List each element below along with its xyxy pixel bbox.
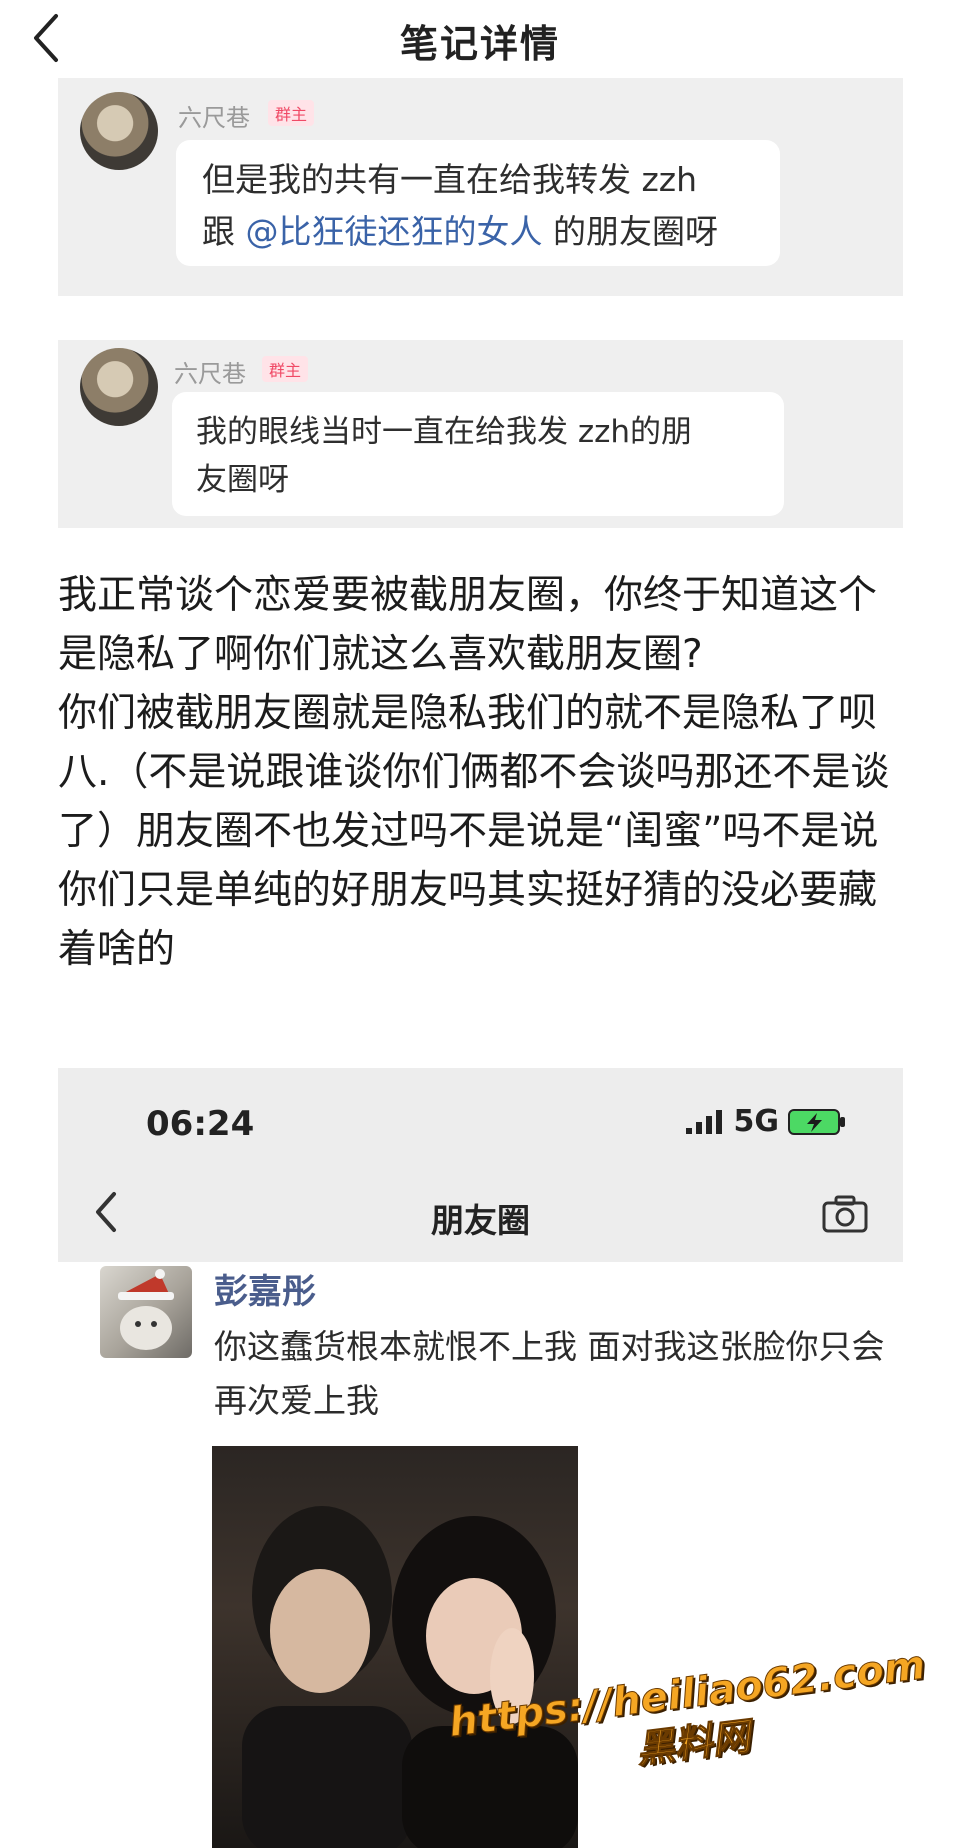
comment-text-line: 友圈呀 — [196, 462, 289, 498]
body-paragraph: 你们被截朋友圈就是隐私我们的就不是隐私了呗 — [58, 691, 878, 736]
comment-card: 六尺巷 群主 但是我的共有一直在给我转发 zzh 跟 @比狂徒还狂的女人 的朋友… — [58, 78, 903, 296]
page-title: 笔记详情 — [399, 21, 560, 66]
status-time: 06:24 — [146, 1104, 255, 1144]
user-badge: 群主 — [262, 356, 309, 382]
chevron-left-icon[interactable] — [26, 8, 66, 68]
post-author-name[interactable]: 彭嘉彤 — [214, 1264, 316, 1313]
comment-bubble: 但是我的共有一直在给我转发 zzh 跟 @比狂徒还狂的女人 的朋友圈呀 — [176, 140, 780, 266]
post-photo[interactable] — [212, 1446, 578, 1848]
body-paragraph: 八.（不是说跟谁谈你们俩都不会谈吗那还不是谈了）朋友圈不也发过吗不是说是“闺蜜”… — [58, 750, 890, 972]
moments-title: 朋友圈 — [431, 1201, 530, 1240]
avatar[interactable] — [80, 348, 158, 426]
body-paragraph: 我正常谈个恋爱要被截朋友圈，你终于知道这个是隐私了啊你们就这么喜欢截朋友圈? — [58, 573, 878, 677]
camera-icon[interactable] — [821, 1194, 869, 1234]
note-body: 我正常谈个恋爱要被截朋友圈，你终于知道这个是隐私了啊你们就这么喜欢截朋友圈? 你… — [58, 566, 908, 979]
battery-charging-icon — [788, 1108, 845, 1135]
comment-username[interactable]: 六尺巷 — [178, 98, 250, 133]
top-bar: 笔记详情 — [0, 0, 960, 80]
comment-text: 跟 — [202, 212, 246, 251]
user-badge: 群主 — [268, 100, 315, 126]
comment-bubble: 我的眼线当时一直在给我发 zzh的朋 友圈呀 — [172, 392, 784, 516]
status-bar-icons: 5G — [684, 1104, 848, 1139]
comment-text-line: 我的眼线当时一直在给我发 zzh的朋 — [196, 414, 693, 450]
post-author-avatar[interactable] — [100, 1266, 192, 1358]
comment-card: 六尺巷 群主 我的眼线当时一直在给我发 zzh的朋 友圈呀 — [58, 340, 903, 528]
santa-hat-icon — [118, 1269, 174, 1350]
comment-username[interactable]: 六尺巷 — [174, 354, 246, 389]
comment-text-line: 跟 @比狂徒还狂的女人 的朋友圈呀 — [202, 206, 754, 258]
user-mention-link[interactable]: @比狂徒还狂的女人 — [246, 212, 543, 251]
avatar[interactable] — [80, 92, 158, 170]
signal-icon — [685, 1109, 722, 1134]
comment-text: 的朋友圈呀 — [542, 212, 718, 251]
post-text: 你这蠢货根本就恨不上我 面对我这张脸你只会再次爱上我 — [214, 1327, 885, 1420]
network-type: 5G — [733, 1104, 780, 1139]
comment-text-line: 但是我的共有一直在给我转发 zzh — [202, 160, 698, 199]
couple-photo — [242, 1506, 578, 1848]
